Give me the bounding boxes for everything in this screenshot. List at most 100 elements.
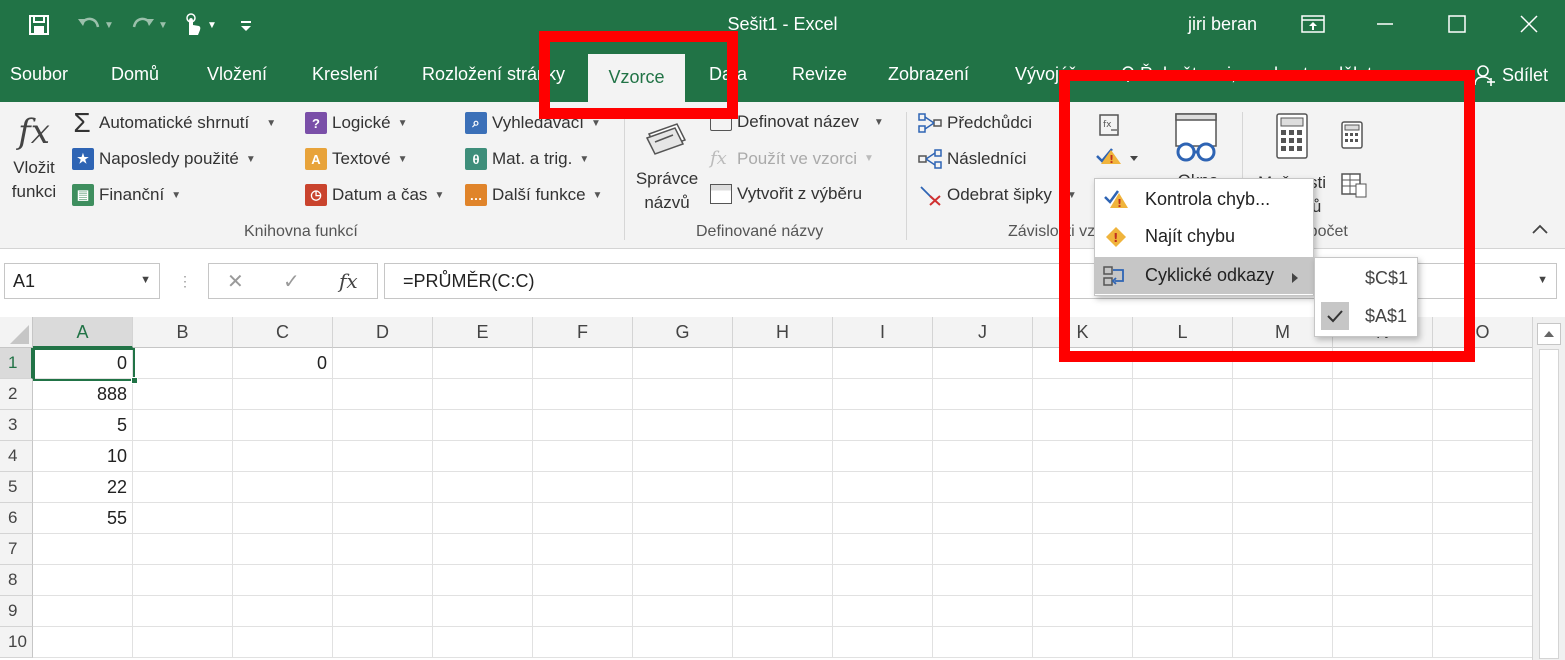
cell-i10[interactable]	[833, 627, 933, 658]
cell-f10[interactable]	[533, 627, 633, 658]
cell-d2[interactable]	[333, 379, 433, 410]
cell-i6[interactable]	[833, 503, 933, 534]
more-functions-button[interactable]: … Další funkce ▼	[465, 184, 602, 206]
cell-c8[interactable]	[233, 565, 333, 596]
create-from-selection-button[interactable]: Vytvořit z výběru	[710, 184, 862, 204]
cancel-icon[interactable]: ✕	[227, 269, 244, 294]
column-header-a[interactable]: A	[33, 317, 133, 348]
row-header-1[interactable]: 1	[0, 348, 33, 379]
cell-n10[interactable]	[1333, 627, 1433, 658]
cell-h4[interactable]	[733, 441, 833, 472]
cell-k10[interactable]	[1033, 627, 1133, 658]
cell-a7[interactable]	[33, 534, 133, 565]
text-button[interactable]: A Textové ▼	[305, 148, 408, 170]
minimize-icon[interactable]	[1362, 8, 1408, 40]
cell-k2[interactable]	[1033, 379, 1133, 410]
cell-k6[interactable]	[1033, 503, 1133, 534]
cell-n3[interactable]	[1333, 410, 1433, 441]
scroll-thumb[interactable]	[1539, 349, 1559, 659]
tab-vlozeni[interactable]: Vložení	[207, 64, 267, 85]
cell-g3[interactable]	[633, 410, 733, 441]
cell-g4[interactable]	[633, 441, 733, 472]
cell-j10[interactable]	[933, 627, 1033, 658]
cell-b4[interactable]	[133, 441, 233, 472]
cell-c10[interactable]	[233, 627, 333, 658]
column-header-g[interactable]: G	[633, 317, 733, 348]
tab-kresleni[interactable]: Kreslení	[312, 64, 378, 85]
cell-g10[interactable]	[633, 627, 733, 658]
cell-b1[interactable]	[133, 348, 233, 379]
tab-domu[interactable]: Domů	[111, 64, 159, 85]
cell-j1[interactable]	[933, 348, 1033, 379]
cell-b2[interactable]	[133, 379, 233, 410]
cell-m5[interactable]	[1233, 472, 1333, 503]
cell-e8[interactable]	[433, 565, 533, 596]
cell-o8[interactable]	[1433, 565, 1533, 596]
cell-n2[interactable]	[1333, 379, 1433, 410]
tab-revize[interactable]: Revize	[792, 64, 847, 85]
cell-i8[interactable]	[833, 565, 933, 596]
cell-j4[interactable]	[933, 441, 1033, 472]
cell-i4[interactable]	[833, 441, 933, 472]
row-header-6[interactable]: 6	[0, 503, 33, 534]
cell-b6[interactable]	[133, 503, 233, 534]
cell-f4[interactable]	[533, 441, 633, 472]
cell-a3[interactable]: 5	[33, 410, 133, 441]
cell-e4[interactable]	[433, 441, 533, 472]
cell-j8[interactable]	[933, 565, 1033, 596]
cell-j5[interactable]	[933, 472, 1033, 503]
column-header-d[interactable]: D	[333, 317, 433, 348]
cell-a8[interactable]	[33, 565, 133, 596]
cell-c3[interactable]	[233, 410, 333, 441]
cell-m7[interactable]	[1233, 534, 1333, 565]
close-icon[interactable]	[1506, 8, 1552, 40]
cell-k4[interactable]	[1033, 441, 1133, 472]
cell-n9[interactable]	[1333, 596, 1433, 627]
spreadsheet-grid[interactable]: ABCDEFGHIJKLMNO 12345678910 008885102255	[0, 317, 1565, 660]
cell-m6[interactable]	[1233, 503, 1333, 534]
cell-o3[interactable]	[1433, 410, 1533, 441]
cell-e1[interactable]	[433, 348, 533, 379]
cell-j3[interactable]	[933, 410, 1033, 441]
cell-b3[interactable]	[133, 410, 233, 441]
cell-b5[interactable]	[133, 472, 233, 503]
cell-h10[interactable]	[733, 627, 833, 658]
cell-i5[interactable]	[833, 472, 933, 503]
scroll-up-icon[interactable]	[1537, 323, 1561, 345]
column-header-b[interactable]: B	[133, 317, 233, 348]
select-all-corner[interactable]	[0, 317, 33, 348]
cell-i7[interactable]	[833, 534, 933, 565]
date-time-button[interactable]: ◷ Datum a čas ▼	[305, 184, 444, 206]
column-header-f[interactable]: F	[533, 317, 633, 348]
cell-k5[interactable]	[1033, 472, 1133, 503]
column-header-c[interactable]: C	[233, 317, 333, 348]
cell-f8[interactable]	[533, 565, 633, 596]
share-button[interactable]: Sdílet	[1474, 64, 1548, 86]
ribbon-display-options-icon[interactable]	[1290, 8, 1336, 40]
cell-l8[interactable]	[1133, 565, 1233, 596]
cell-f1[interactable]	[533, 348, 633, 379]
cell-f7[interactable]	[533, 534, 633, 565]
cell-o9[interactable]	[1433, 596, 1533, 627]
cell-h6[interactable]	[733, 503, 833, 534]
cell-d6[interactable]	[333, 503, 433, 534]
cell-m10[interactable]	[1233, 627, 1333, 658]
cell-l10[interactable]	[1133, 627, 1233, 658]
cell-d4[interactable]	[333, 441, 433, 472]
cell-c7[interactable]	[233, 534, 333, 565]
cell-g6[interactable]	[633, 503, 733, 534]
cell-c2[interactable]	[233, 379, 333, 410]
cell-b10[interactable]	[133, 627, 233, 658]
cell-j6[interactable]	[933, 503, 1033, 534]
cell-a4[interactable]: 10	[33, 441, 133, 472]
tab-soubor[interactable]: Soubor	[10, 64, 68, 85]
column-header-j[interactable]: J	[933, 317, 1033, 348]
column-header-e[interactable]: E	[433, 317, 533, 348]
cell-b9[interactable]	[133, 596, 233, 627]
user-name[interactable]: jiri beran	[1188, 14, 1257, 35]
cell-l4[interactable]	[1133, 441, 1233, 472]
trace-precedents-button[interactable]: Předchůdci	[918, 112, 1032, 134]
recently-used-button[interactable]: ★ Naposledy použité ▼	[72, 148, 256, 170]
cell-g2[interactable]	[633, 379, 733, 410]
row-header-10[interactable]: 10	[0, 627, 33, 658]
